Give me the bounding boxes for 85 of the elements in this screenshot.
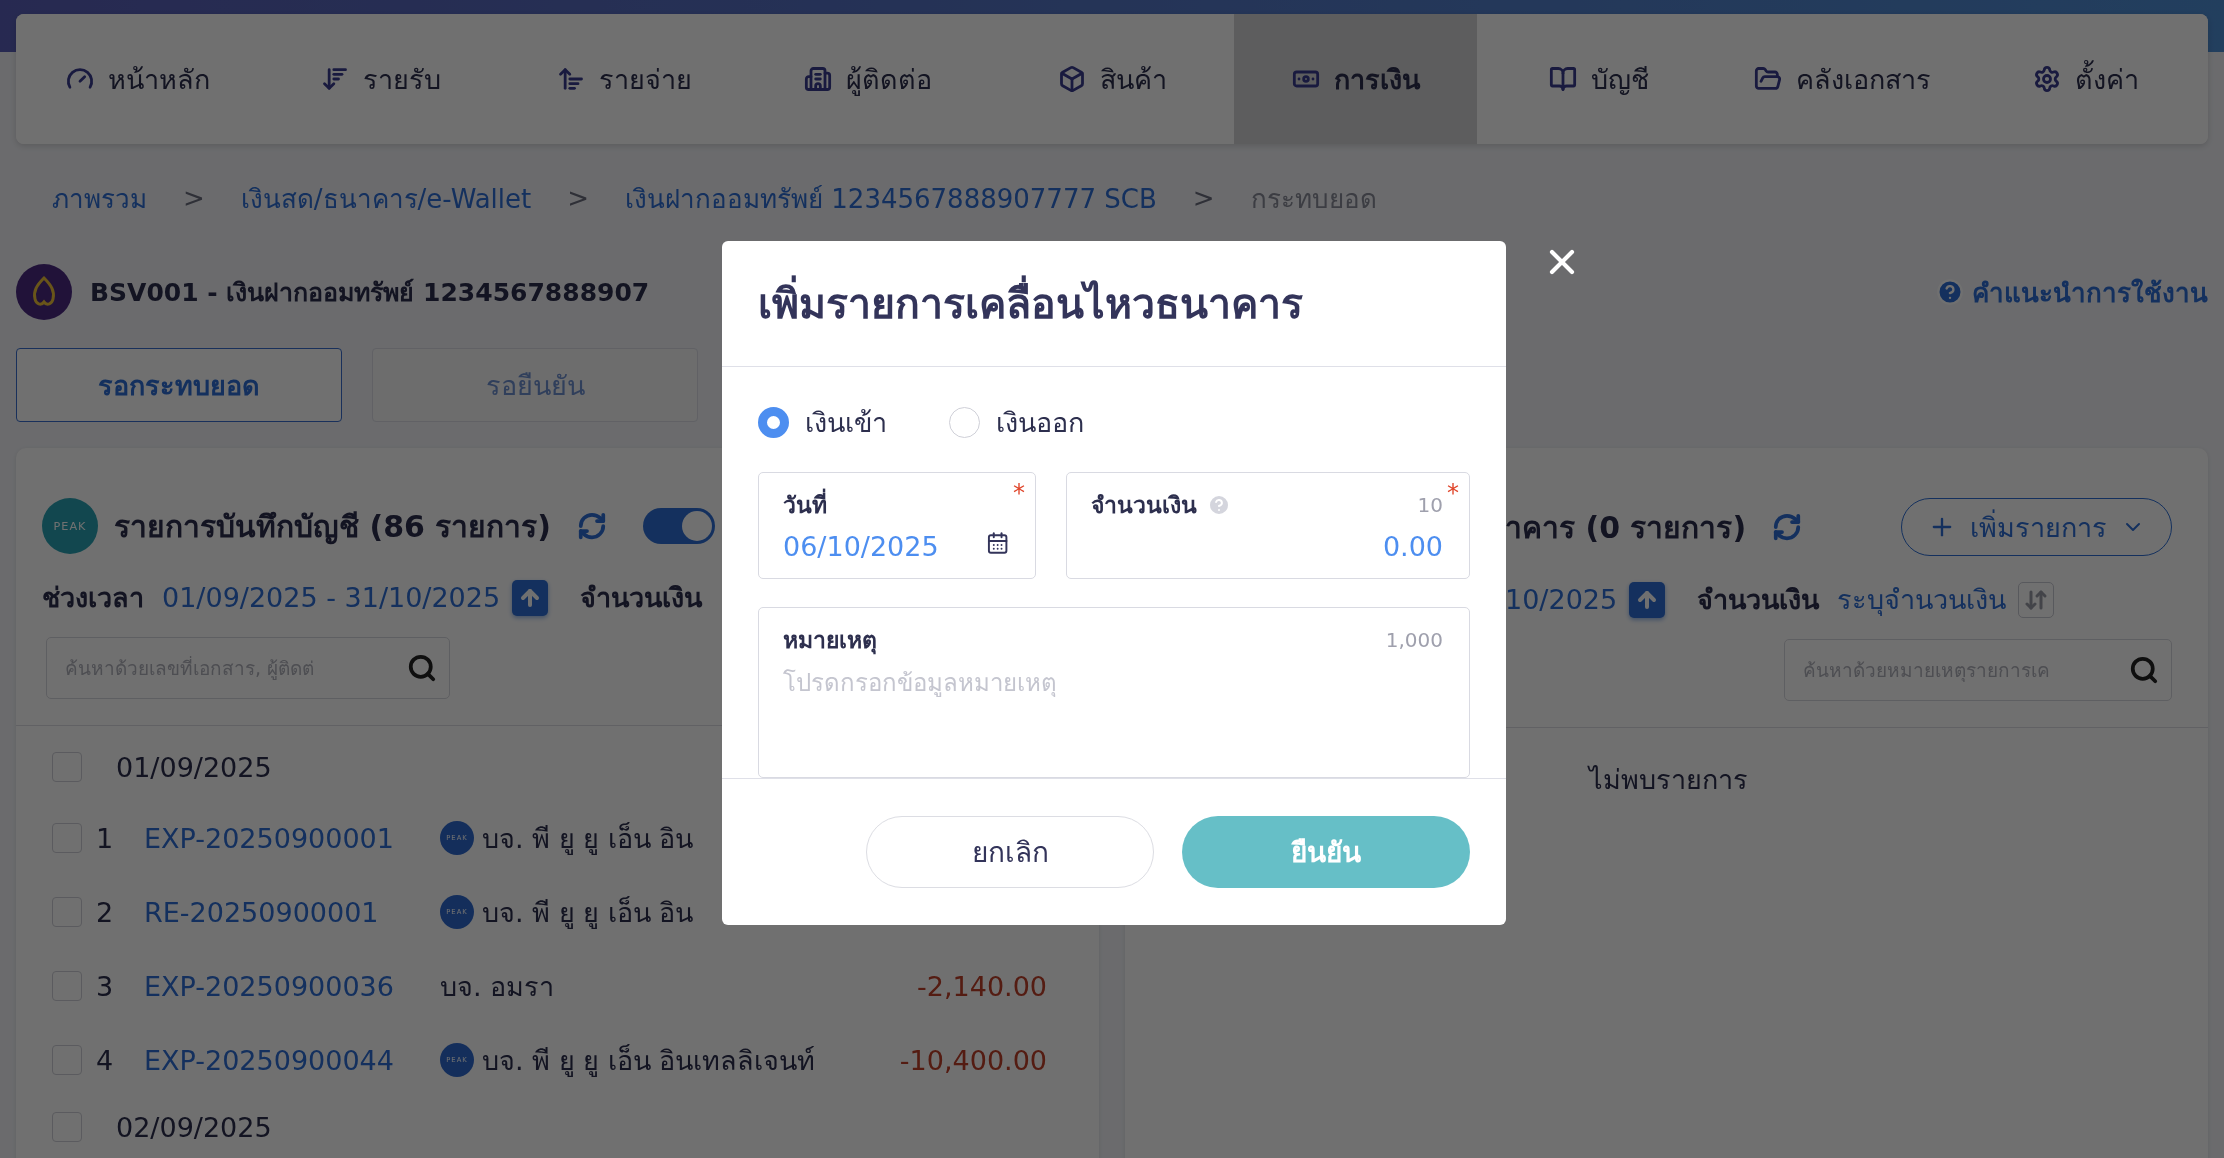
- amount-input[interactable]: 0.00: [1091, 531, 1443, 562]
- help-icon: [1207, 493, 1231, 517]
- cancel-button[interactable]: ยกเลิก: [866, 816, 1154, 888]
- amount: -2,140.00: [917, 970, 1047, 1002]
- nav-tab[interactable]: บัญชี: [1477, 14, 1721, 144]
- contact-name: บจ. พี ยู ยู เอ็น อิน: [482, 895, 694, 931]
- refresh-icon[interactable]: [1772, 512, 1803, 542]
- box-icon: [1057, 65, 1086, 93]
- search-icon: [407, 653, 437, 683]
- folder-icon: [1754, 65, 1783, 93]
- date-input[interactable]: 06/10/2025: [783, 531, 986, 562]
- nav-tab[interactable]: รายจ่าย: [503, 14, 747, 144]
- contact-name: บจ. พี ยู ยู เอ็น อินเทลลิเจนท์: [482, 1043, 816, 1079]
- row-number: 2: [95, 896, 115, 928]
- character-counter: 10: [1417, 493, 1443, 517]
- nav-tab[interactable]: คลังเอกสาร: [1720, 14, 1965, 144]
- radio-button[interactable]: [758, 407, 789, 438]
- contact-name: บจ. พี ยู ยู เอ็น อิน: [482, 821, 694, 857]
- panel-title: รายการบันทึกบัญชี (86 รายการ): [114, 507, 552, 547]
- field-label: หมายเหตุ: [783, 626, 877, 657]
- help-link[interactable]: คำแนะนำการใช้งาน: [1936, 271, 2208, 313]
- amount-label: จำนวนเงิน: [1697, 583, 1820, 617]
- book-icon: [1549, 65, 1578, 93]
- breadcrumb-link[interactable]: ภาพรวม: [52, 177, 147, 219]
- document-link[interactable]: EXP-20250900044: [134, 1044, 440, 1076]
- row-number: 4: [95, 1044, 115, 1076]
- breadcrumb-link[interactable]: เงินฝากออมทรัพย์ 1234567888907777 SCB: [625, 177, 1157, 219]
- help-icon: [1936, 278, 1964, 306]
- required-mark: *: [1013, 479, 1025, 507]
- amount-label: จำนวนเงิน: [580, 581, 703, 615]
- date-heading: 02/09/2025: [116, 1111, 272, 1143]
- row-number: 1: [95, 822, 115, 854]
- radio-option[interactable]: เงินเข้า: [758, 401, 887, 444]
- add-item-button[interactable]: เพิ่มรายการ: [1901, 498, 2172, 556]
- nav-tab[interactable]: การเงิน: [1233, 14, 1478, 144]
- amount-field[interactable]: * จำนวนเงิน 10 0.00: [1066, 472, 1470, 579]
- view-tab[interactable]: รอยืนยัน: [372, 348, 698, 422]
- building-icon: [804, 65, 833, 93]
- radio-option[interactable]: เงินออก: [949, 401, 1084, 444]
- date-field[interactable]: * วันที่ 06/10/2025: [758, 472, 1036, 579]
- refresh-icon[interactable]: [577, 511, 608, 541]
- dialog-title: เพิ่มรายการเคลื่อนไหวธนาคาร: [722, 241, 1506, 367]
- company-logo: PEAK: [42, 498, 98, 554]
- breadcrumb-separator: >: [183, 183, 205, 213]
- toggle-switch[interactable]: [643, 508, 716, 544]
- nav-tab[interactable]: หน้าหลัก: [16, 14, 260, 144]
- breadcrumb-separator: >: [1192, 183, 1215, 213]
- radio-button[interactable]: [949, 407, 980, 438]
- breadcrumb-separator: >: [567, 183, 590, 213]
- note-input[interactable]: โปรดกรอกข้อมูลหมายเหตุ: [783, 666, 1443, 697]
- bank-logo: [16, 264, 72, 320]
- character-counter: 1,000: [1385, 628, 1443, 652]
- nav-tab[interactable]: สินค้า: [990, 14, 1234, 144]
- note-field[interactable]: หมายเหตุ 1,000 โปรดกรอกข้อมูลหมายเหตุ: [758, 607, 1470, 778]
- field-label: จำนวนเงิน: [1091, 491, 1197, 520]
- nav-tab[interactable]: ตั้งค่า: [1964, 14, 2208, 144]
- sort-button[interactable]: [512, 579, 549, 616]
- period-link[interactable]: 10/2025: [1505, 584, 1618, 615]
- row-number: 3: [95, 970, 115, 1002]
- view-tab[interactable]: รอกระทบยอด: [16, 348, 342, 422]
- breadcrumb-link[interactable]: เงินสด/ธนาคาร/e-Wallet: [240, 177, 532, 219]
- date-heading: 01/09/2025: [116, 751, 272, 783]
- nav-tab[interactable]: ผู้ติดต่อ: [746, 14, 991, 144]
- document-link[interactable]: EXP-20250900036: [134, 970, 440, 1002]
- document-link[interactable]: RE-20250900001: [134, 896, 440, 928]
- sort-down-icon: [321, 65, 350, 93]
- document-link[interactable]: EXP-20250900001: [134, 822, 440, 854]
- required-mark: *: [1447, 479, 1459, 507]
- contact-name: บจ. อมรา: [440, 969, 555, 1004]
- calendar-icon: [985, 529, 1009, 556]
- period-link[interactable]: 01/09/2025 - 31/10/2025: [162, 582, 501, 613]
- period-label: ช่วงเวลา: [42, 581, 144, 615]
- settings-icon: [2033, 65, 2062, 93]
- amount-filter-link[interactable]: ระบุจำนวนเงิน: [1837, 578, 2007, 621]
- confirm-button[interactable]: ยืนยัน: [1182, 816, 1470, 888]
- account-title: BSV001 - เงินฝากออมทรัพย์ 1234567888907: [90, 277, 650, 309]
- empty-message: ไม่พบรายการ: [1589, 764, 1748, 795]
- amount: -10,400.00: [899, 1044, 1047, 1076]
- search-icon: [2129, 655, 2159, 685]
- panel-title: าคาร (0 รายการ): [1505, 508, 1747, 547]
- field-label: วันที่: [783, 487, 827, 523]
- nav-tab[interactable]: รายรับ: [259, 14, 504, 144]
- sort-button[interactable]: [2018, 581, 2055, 618]
- sort-up-icon: [557, 65, 586, 93]
- sort-button[interactable]: [1629, 581, 1666, 618]
